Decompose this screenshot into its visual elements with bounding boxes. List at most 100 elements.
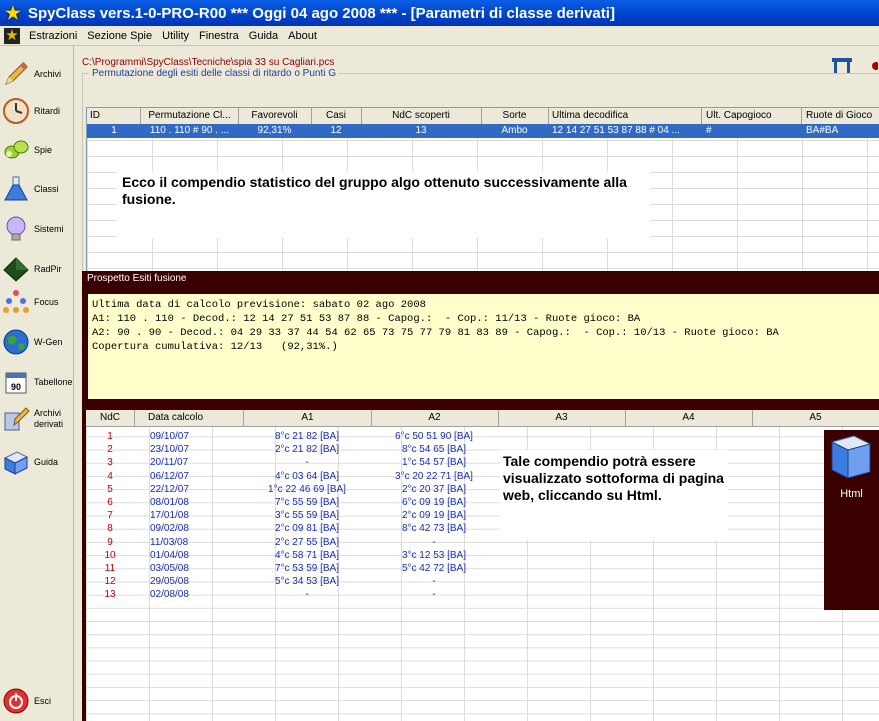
table-row[interactable]: 5 22/12/07 1°c 22 46 69 [BA] 2°c 20 37 [BA] [86,483,879,496]
file-path: C:\Programmi\SpyClass\Tecniche\spia 33 s… [82,57,335,68]
column-header-casi[interactable]: Casi [311,108,362,124]
table-row[interactable]: 7 17/01/08 3°c 55 59 [BA] 2°c 09 19 [BA] [86,509,879,522]
cell-a1: 3°c 55 59 [BA] [274,510,340,522]
sidebar-item-tabellone[interactable]: 90 Tabellone [2,364,73,400]
sidebar: Archivi Ritardi Spie Classi Sistemi RadP… [0,46,74,721]
column-header-permutazione[interactable]: Permutazione Cl... [141,108,239,124]
sidebar-item-focus[interactable]: Focus [2,284,72,320]
sidebar-item-guida[interactable]: Guida [2,444,72,480]
cell-a1: 4°c 03 64 [BA] [274,470,340,482]
sidebar-item-spie[interactable]: Spie [2,132,72,168]
column-header-ruote-di-gioco[interactable]: Ruote di Gioco [802,108,879,124]
table-row[interactable]: 13 02/08/08 - - [86,588,879,601]
esiti-line: Copertura cumulativa: 12/13 (92,31%.) [92,341,338,353]
sidebar-label: Guida [34,456,59,467]
sidebar-label: Ritardi [34,105,61,116]
column-header-a3[interactable]: A3 [498,410,626,426]
html-button-label: Html [840,488,863,500]
cell-data-calcolo: 20/11/07 [150,457,189,469]
menu-estrazioni[interactable]: Estrazioni [24,30,82,42]
sidebar-item-ritardi[interactable]: Ritardi [2,93,72,129]
cell-a2: 3°c 20 22 71 [BA] [395,470,473,482]
column-header-ndc-scoperti[interactable]: NdC scoperti [361,108,482,124]
menu-app-icon[interactable]: ★ [4,27,20,44]
menu-finestra[interactable]: Finestra [194,30,244,42]
sidebar-label: Tabellone [34,376,73,387]
cell-ndc: 1 [107,431,113,442]
cell-data-calcolo: 11/03/08 [150,536,189,548]
table-row[interactable]: 8 09/02/08 2°c 09 81 [BA] 8°c 42 73 [BA] [86,522,879,535]
cell-a1: 8°c 21 82 [BA] [274,431,340,442]
html-export-button[interactable]: Html [824,430,879,610]
sidebar-item-archivi-derivati[interactable]: Archivi derivati [2,401,72,437]
cell-a1: 2°c 27 55 [BA] [274,536,340,548]
cell-ruote-di-gioco: BA#BA [806,125,839,136]
cell-data-calcolo: 02/08/08 [150,589,189,601]
column-header-a5[interactable]: A5 [752,410,879,426]
cell-permutazione: 110 . 110 # 90 . ... [149,125,230,136]
cell-ndc: 9 [107,536,113,548]
menu-about[interactable]: About [283,30,322,42]
cell-ndc: 12 [104,576,116,588]
help-book-icon [2,448,30,476]
globe-icon [2,328,30,356]
cell-a2: 2°c 20 37 [BA] [401,483,467,495]
cell-data-calcolo: 03/05/08 [150,563,189,574]
column-header-favorevoli[interactable]: Favorevoli [238,108,312,124]
cell-a1: 5°c 34 53 [BA] [274,576,340,588]
table-row[interactable]: 4 06/12/07 4°c 03 64 [BA] 3°c 20 22 71 [BA] [86,470,879,483]
cell-data-calcolo: 29/05/08 [150,576,189,588]
table-row[interactable]: 3 20/11/07 - 1°c 54 57 [BA] [86,456,879,469]
menu-sezione-spie[interactable]: Sezione Spie [82,30,157,42]
binoculars-icon [2,136,30,164]
table-row[interactable]: 12 29/05/08 5°c 34 53 [BA] - [86,575,879,588]
table-row[interactable]: 1 09/10/07 8°c 21 82 [BA] 6°c 50 51 90 [BA] [86,430,879,443]
cell-a1: 2°c 21 82 [BA] [274,444,340,456]
cell-data-calcolo: 09/10/07 [150,431,189,442]
cell-ndc: 13 [104,589,116,601]
cell-a2: 8°c 42 73 [BA] [401,523,467,535]
sidebar-item-archivi[interactable]: Archivi [2,56,72,92]
table-row[interactable]: 11 03/05/08 7°c 53 59 [BA] 5°c 42 72 [BA] [86,562,879,575]
annotation-note-html: Tale compendio potrà essere visualizzato… [500,450,728,540]
column-header-ult-capogioco[interactable]: Ult. Capogioco [702,108,802,124]
cell-ndc: 11 [104,563,116,574]
sidebar-item-classi[interactable]: Classi [2,171,72,207]
sidebar-item-radpir[interactable]: RadPir [2,251,72,287]
column-header-a4[interactable]: A4 [625,410,753,426]
menu-guida[interactable]: Guida [244,30,283,42]
cell-ultima-decodifica: 12 14 27 51 53 87 88 # 04 ... [552,125,680,136]
sidebar-label: RadPir [34,263,62,274]
column-header-ndc[interactable]: NdC [86,410,135,426]
column-header-a1[interactable]: A1 [244,410,372,426]
annotation-note: Ecco il compendio statistico del gruppo … [117,171,650,238]
cell-a2: 1°c 54 57 [BA] [401,457,467,469]
menu-utility[interactable]: Utility [157,30,194,42]
sidebar-item-w-gen[interactable]: W-Gen [2,324,72,360]
cell-data-calcolo: 17/01/08 [150,510,189,522]
cell-data-calcolo: 08/01/08 [150,497,189,508]
sidebar-item-esci[interactable]: Esci [2,683,72,719]
sidebar-label: Spie [34,144,53,155]
table-row[interactable]: 10 01/04/08 4°c 58 71 [BA] 3°c 12 53 [BA] [86,549,879,562]
sidebar-item-sistemi[interactable]: Sistemi [2,211,72,247]
cell-a1: - [305,589,309,601]
table-row-selected[interactable]: 1 110 . 110 # 90 . ... 92,31% 12 13 Ambo… [87,124,879,138]
column-header-id[interactable]: ID [87,108,141,124]
column-header-ultima-decodifica[interactable]: Ultima decodifica [548,108,702,124]
cell-a2: 8°c 54 65 [BA] [401,444,467,456]
cell-casi: 12 [330,125,342,136]
cell-data-calcolo: 06/12/07 [150,470,189,482]
esiti-text-area[interactable]: Ultima data di calcolo previsione: sabat… [88,294,879,399]
column-header-a2[interactable]: A2 [371,410,499,426]
cell-a1: 7°c 55 59 [BA] [274,497,340,508]
column-header-sorte[interactable]: Sorte [481,108,549,124]
column-header-data-calcolo[interactable]: Data calcolo [134,410,244,426]
table-row[interactable]: 2 23/10/07 2°c 21 82 [BA] 8°c 54 65 [BA] [86,443,879,456]
people-icon [2,288,30,316]
ndc-grid[interactable]: NdC Data calcolo A1 A2 A3 A4 A5 1 09/10/0… [86,410,879,721]
table-row[interactable]: 9 11/03/08 2°c 27 55 [BA] - [86,536,879,549]
table-row[interactable]: 6 08/01/08 7°c 55 59 [BA] 6°c 09 19 [BA] [86,496,879,509]
cell-data-calcolo: 23/10/07 [150,444,189,456]
cell-a2: 3°c 12 53 [BA] [401,549,467,561]
